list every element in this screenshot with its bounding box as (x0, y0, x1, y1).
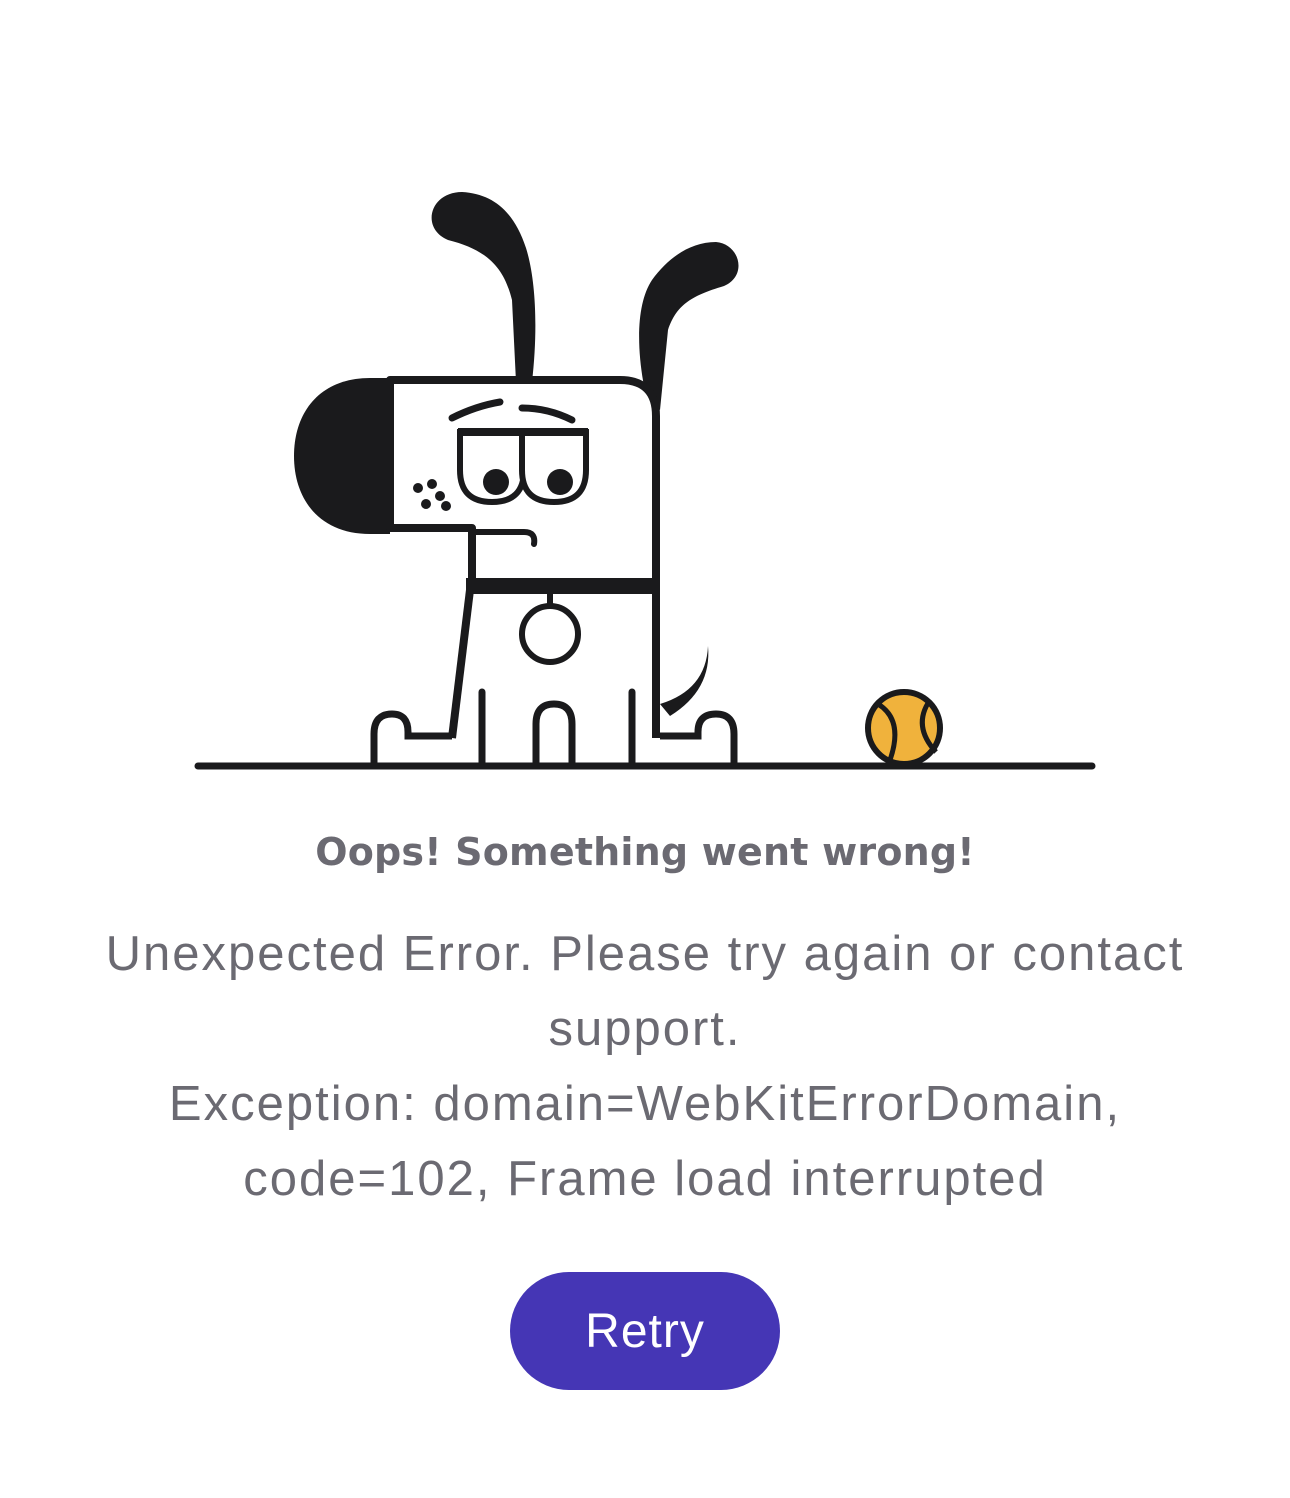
error-message-line1: Unexpected Error. Please try again or co… (105, 927, 1185, 1056)
retry-button[interactable]: Retry (510, 1272, 780, 1390)
sad-dog-illustration (194, 192, 1096, 770)
error-message: Unexpected Error. Please try again or co… (50, 917, 1240, 1217)
ball-icon (865, 689, 943, 767)
error-message-line2: Exception: domain=WebKitErrorDomain, cod… (168, 1077, 1122, 1206)
sad-dog-icon (294, 192, 739, 770)
error-title: Oops! Something went wrong! (315, 830, 975, 874)
